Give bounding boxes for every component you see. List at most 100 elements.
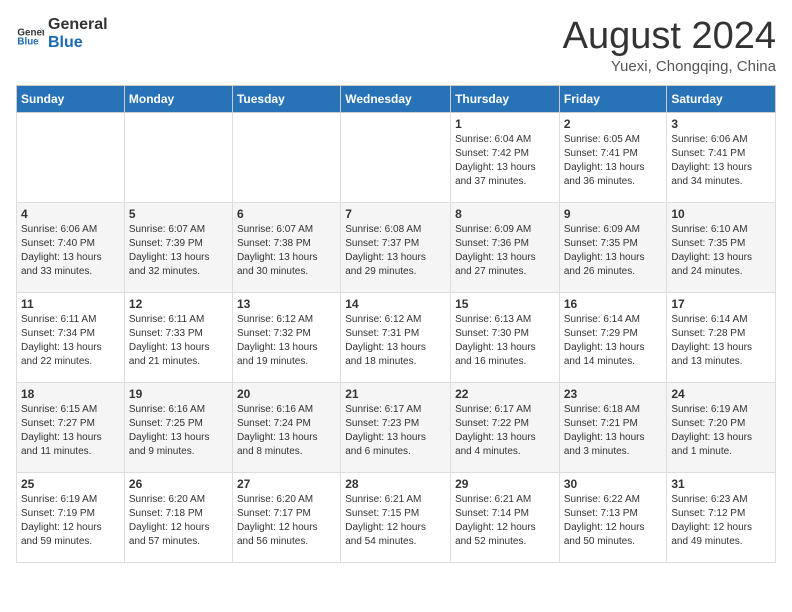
- calendar-table: SundayMondayTuesdayWednesdayThursdayFrid…: [16, 85, 776, 563]
- day-info: Sunrise: 6:19 AM Sunset: 7:19 PM Dayligh…: [21, 493, 120, 549]
- calendar-cell: 28 Sunrise: 6:21 AM Sunset: 7:15 PM Dayli…: [341, 472, 451, 562]
- calendar-cell: [17, 112, 125, 202]
- day-number: 30: [564, 477, 663, 491]
- day-info: Sunrise: 6:12 AM Sunset: 7:32 PM Dayligh…: [237, 313, 336, 369]
- calendar-cell: 1 Sunrise: 6:04 AM Sunset: 7:42 PM Daylig…: [451, 112, 560, 202]
- day-info: Sunrise: 6:15 AM Sunset: 7:27 PM Dayligh…: [21, 403, 120, 459]
- calendar-cell: 7 Sunrise: 6:08 AM Sunset: 7:37 PM Daylig…: [341, 202, 451, 292]
- day-number: 17: [671, 297, 771, 311]
- logo-icon: General Blue: [16, 20, 44, 48]
- day-info: Sunrise: 6:08 AM Sunset: 7:37 PM Dayligh…: [345, 223, 446, 279]
- calendar-cell: 24Sunrise: 6:19 AM Sunset: 7:20 PM Dayli…: [667, 382, 776, 472]
- calendar-week-row: 1 Sunrise: 6:04 AM Sunset: 7:42 PM Daylig…: [17, 112, 776, 202]
- day-info: Sunrise: 6:17 AM Sunset: 7:23 PM Dayligh…: [345, 403, 446, 459]
- day-number: 19: [129, 387, 228, 401]
- day-info: Sunrise: 6:11 AM Sunset: 7:33 PM Dayligh…: [129, 313, 228, 369]
- calendar-cell: 25 Sunrise: 6:19 AM Sunset: 7:19 PM Dayli…: [17, 472, 125, 562]
- day-info: Sunrise: 6:09 AM Sunset: 7:36 PM Dayligh…: [455, 223, 555, 279]
- calendar-cell: 4Sunrise: 6:06 AM Sunset: 7:40 PM Daylig…: [17, 202, 125, 292]
- weekday-header-tuesday: Tuesday: [232, 85, 340, 112]
- calendar-week-row: 25 Sunrise: 6:19 AM Sunset: 7:19 PM Dayli…: [17, 472, 776, 562]
- day-number: 6: [237, 207, 336, 221]
- calendar-cell: 18 Sunrise: 6:15 AM Sunset: 7:27 PM Dayli…: [17, 382, 125, 472]
- day-number: 18: [21, 387, 120, 401]
- day-number: 1: [455, 117, 555, 131]
- logo-blue-text: Blue: [48, 34, 108, 52]
- day-info: Sunrise: 6:18 AM Sunset: 7:21 PM Dayligh…: [564, 403, 663, 459]
- day-info: Sunrise: 6:22 AM Sunset: 7:13 PM Dayligh…: [564, 493, 663, 549]
- day-number: 28: [345, 477, 446, 491]
- calendar-week-row: 18 Sunrise: 6:15 AM Sunset: 7:27 PM Dayli…: [17, 382, 776, 472]
- day-info: Sunrise: 6:17 AM Sunset: 7:22 PM Dayligh…: [455, 403, 555, 459]
- weekday-header-sunday: Sunday: [17, 85, 125, 112]
- day-info: Sunrise: 6:21 AM Sunset: 7:15 PM Dayligh…: [345, 493, 446, 549]
- day-number: 25: [21, 477, 120, 491]
- calendar-cell: 10 Sunrise: 6:10 AM Sunset: 7:35 PM Dayli…: [667, 202, 776, 292]
- calendar-cell: 9 Sunrise: 6:09 AM Sunset: 7:35 PM Daylig…: [559, 202, 667, 292]
- day-number: 16: [564, 297, 663, 311]
- day-number: 15: [455, 297, 555, 311]
- day-info: Sunrise: 6:20 AM Sunset: 7:18 PM Dayligh…: [129, 493, 228, 549]
- calendar-cell: [232, 112, 340, 202]
- svg-text:Blue: Blue: [17, 36, 39, 47]
- day-number: 26: [129, 477, 228, 491]
- day-info: Sunrise: 6:14 AM Sunset: 7:29 PM Dayligh…: [564, 313, 663, 369]
- calendar-cell: 6Sunrise: 6:07 AM Sunset: 7:38 PM Daylig…: [232, 202, 340, 292]
- calendar-cell: 14 Sunrise: 6:12 AM Sunset: 7:31 PM Dayli…: [341, 292, 451, 382]
- page-header: General Blue General Blue August 2024 Yu…: [16, 16, 776, 75]
- calendar-week-row: 4Sunrise: 6:06 AM Sunset: 7:40 PM Daylig…: [17, 202, 776, 292]
- calendar-cell: 29Sunrise: 6:21 AM Sunset: 7:14 PM Dayli…: [451, 472, 560, 562]
- day-number: 2: [564, 117, 663, 131]
- weekday-header-row: SundayMondayTuesdayWednesdayThursdayFrid…: [17, 85, 776, 112]
- calendar-cell: 20Sunrise: 6:16 AM Sunset: 7:24 PM Dayli…: [232, 382, 340, 472]
- day-number: 14: [345, 297, 446, 311]
- day-number: 11: [21, 297, 120, 311]
- day-number: 8: [455, 207, 555, 221]
- weekday-header-saturday: Saturday: [667, 85, 776, 112]
- calendar-cell: 17 Sunrise: 6:14 AM Sunset: 7:28 PM Dayli…: [667, 292, 776, 382]
- logo-general-text: General: [48, 16, 108, 34]
- day-info: Sunrise: 6:10 AM Sunset: 7:35 PM Dayligh…: [671, 223, 771, 279]
- day-info: Sunrise: 6:19 AM Sunset: 7:20 PM Dayligh…: [671, 403, 771, 459]
- day-number: 10: [671, 207, 771, 221]
- location-label: Yuexi, Chongqing, China: [563, 58, 776, 75]
- day-info: Sunrise: 6:16 AM Sunset: 7:24 PM Dayligh…: [237, 403, 336, 459]
- calendar-cell: 22 Sunrise: 6:17 AM Sunset: 7:22 PM Dayli…: [451, 382, 560, 472]
- day-info: Sunrise: 6:23 AM Sunset: 7:12 PM Dayligh…: [671, 493, 771, 549]
- day-number: 23: [564, 387, 663, 401]
- day-number: 5: [129, 207, 228, 221]
- calendar-week-row: 11 Sunrise: 6:11 AM Sunset: 7:34 PM Dayli…: [17, 292, 776, 382]
- weekday-header-monday: Monday: [124, 85, 232, 112]
- day-info: Sunrise: 6:05 AM Sunset: 7:41 PM Dayligh…: [564, 133, 663, 189]
- day-info: Sunrise: 6:09 AM Sunset: 7:35 PM Dayligh…: [564, 223, 663, 279]
- day-number: 9: [564, 207, 663, 221]
- day-info: Sunrise: 6:04 AM Sunset: 7:42 PM Dayligh…: [455, 133, 555, 189]
- day-info: Sunrise: 6:13 AM Sunset: 7:30 PM Dayligh…: [455, 313, 555, 369]
- calendar-cell: [341, 112, 451, 202]
- month-year-title: August 2024: [563, 16, 776, 58]
- day-number: 22: [455, 387, 555, 401]
- day-number: 3: [671, 117, 771, 131]
- calendar-cell: 19 Sunrise: 6:16 AM Sunset: 7:25 PM Dayli…: [124, 382, 232, 472]
- title-section: August 2024 Yuexi, Chongqing, China: [563, 16, 776, 75]
- calendar-cell: [124, 112, 232, 202]
- calendar-cell: 3Sunrise: 6:06 AM Sunset: 7:41 PM Daylig…: [667, 112, 776, 202]
- calendar-cell: 26 Sunrise: 6:20 AM Sunset: 7:18 PM Dayli…: [124, 472, 232, 562]
- day-info: Sunrise: 6:06 AM Sunset: 7:40 PM Dayligh…: [21, 223, 120, 279]
- calendar-cell: 11 Sunrise: 6:11 AM Sunset: 7:34 PM Dayli…: [17, 292, 125, 382]
- calendar-cell: 23 Sunrise: 6:18 AM Sunset: 7:21 PM Dayli…: [559, 382, 667, 472]
- calendar-cell: 13Sunrise: 6:12 AM Sunset: 7:32 PM Dayli…: [232, 292, 340, 382]
- day-info: Sunrise: 6:11 AM Sunset: 7:34 PM Dayligh…: [21, 313, 120, 369]
- day-info: Sunrise: 6:12 AM Sunset: 7:31 PM Dayligh…: [345, 313, 446, 369]
- day-number: 27: [237, 477, 336, 491]
- day-info: Sunrise: 6:07 AM Sunset: 7:39 PM Dayligh…: [129, 223, 228, 279]
- logo: General Blue General Blue: [16, 16, 108, 51]
- weekday-header-friday: Friday: [559, 85, 667, 112]
- day-info: Sunrise: 6:16 AM Sunset: 7:25 PM Dayligh…: [129, 403, 228, 459]
- day-number: 7: [345, 207, 446, 221]
- day-info: Sunrise: 6:14 AM Sunset: 7:28 PM Dayligh…: [671, 313, 771, 369]
- calendar-cell: 2 Sunrise: 6:05 AM Sunset: 7:41 PM Daylig…: [559, 112, 667, 202]
- calendar-cell: 21Sunrise: 6:17 AM Sunset: 7:23 PM Dayli…: [341, 382, 451, 472]
- weekday-header-thursday: Thursday: [451, 85, 560, 112]
- day-number: 31: [671, 477, 771, 491]
